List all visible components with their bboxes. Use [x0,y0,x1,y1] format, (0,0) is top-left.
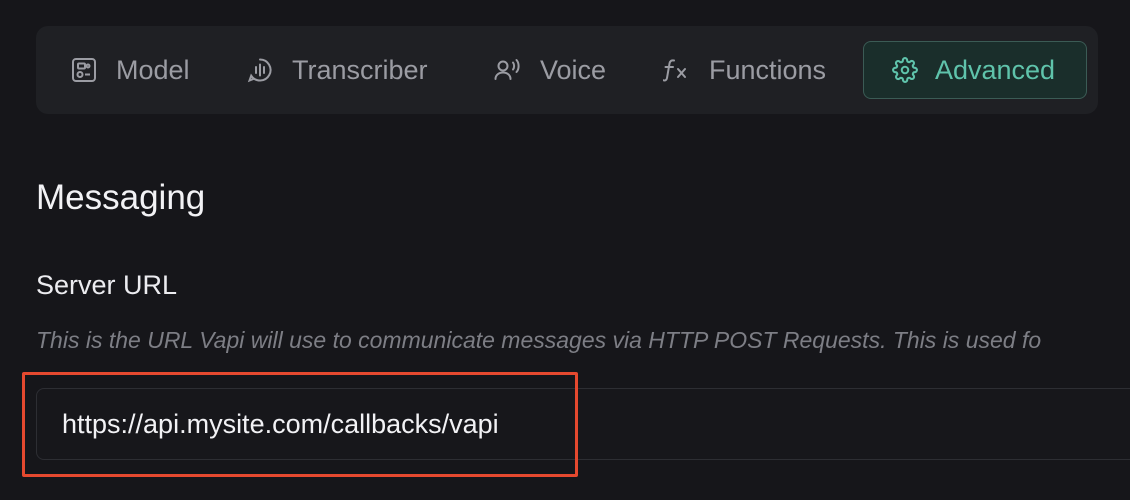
function-icon [663,56,691,84]
tab-model[interactable]: Model [70,41,190,99]
tab-functions[interactable]: Functions [663,41,826,99]
voice-icon [494,56,522,84]
model-icon [70,56,98,84]
tab-advanced-label: Advanced [934,54,1056,85]
server-url-description: This is the URL Vapi will use to communi… [36,327,1042,353]
server-url-input[interactable] [37,389,1130,459]
tab-voice[interactable]: Voice [494,41,606,99]
server-url-input-container [36,388,1130,460]
tab-bar: Model Transcriber Voice Functions Advanc… [36,26,1098,114]
tab-advanced[interactable]: Advanced [863,41,1087,99]
tab-model-label: Model [116,54,190,85]
section-title: Messaging [36,178,206,217]
tab-functions-label: Functions [709,54,827,85]
tab-transcriber-label: Transcriber [292,54,428,85]
tab-voice-label: Voice [540,54,607,85]
tab-transcriber[interactable]: Transcriber [246,41,428,99]
gear-icon [891,56,919,84]
server-url-label: Server URL [36,270,178,300]
transcriber-icon [246,56,274,84]
